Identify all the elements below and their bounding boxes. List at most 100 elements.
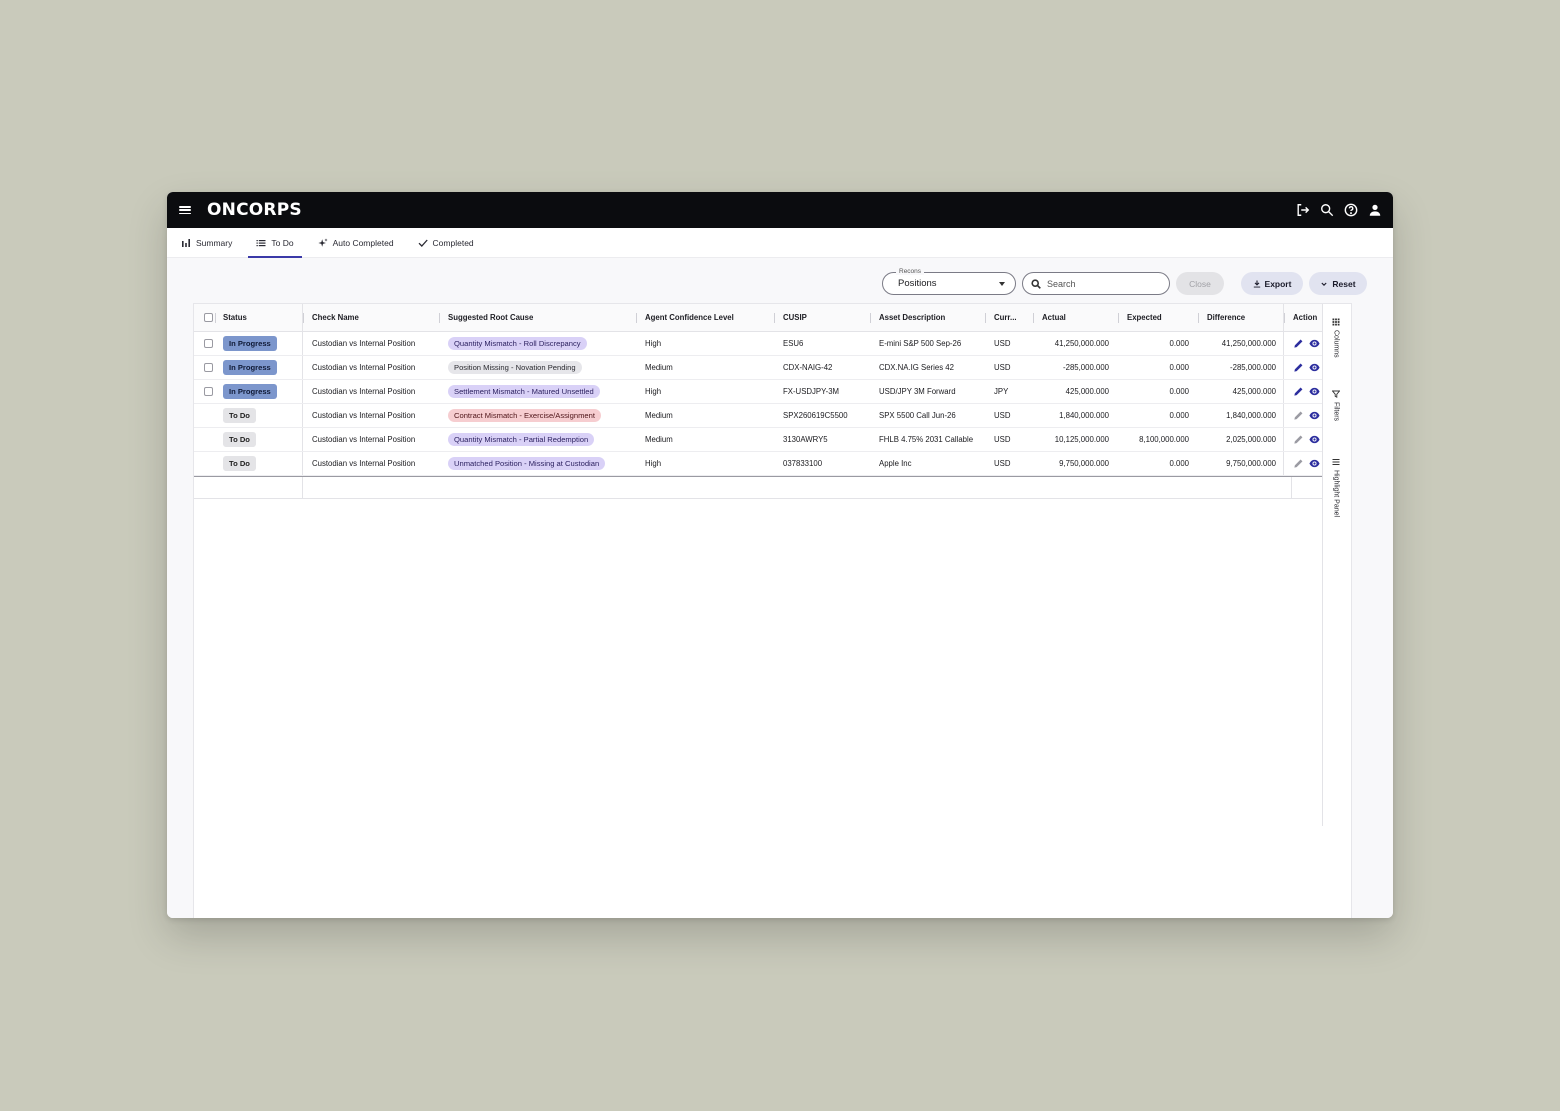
expected-cell: 0.000 (1169, 411, 1189, 420)
asset-description-cell: Apple Inc (879, 459, 912, 468)
asset-description-cell: E-mini S&P 500 Sep-26 (879, 339, 962, 348)
asset-description-cell: USD/JPY 3M Forward (879, 387, 956, 396)
status-badge: In Progress (223, 384, 277, 399)
check-name-cell: Custodian vs Internal Position (302, 428, 439, 451)
cusip-cell: CDX-NAIG-42 (783, 363, 833, 372)
recons-select[interactable]: Recons Positions (882, 268, 1016, 295)
cusip-cell: SPX260619C5500 (783, 411, 848, 420)
root-cause-chip: Position Missing - Novation Pending (448, 361, 582, 374)
grid-empty-row (194, 476, 1348, 499)
column-header-cusip[interactable]: CUSIP (774, 304, 870, 331)
toolbar: Recons Positions Close Export Reset (882, 268, 1367, 295)
column-header-difference[interactable]: Difference (1198, 304, 1283, 331)
table-row[interactable]: In Progress Custodian vs Internal Positio… (194, 356, 1348, 380)
edit-icon[interactable] (1293, 338, 1304, 349)
column-header-expected[interactable]: Expected (1118, 304, 1198, 331)
search-icon[interactable] (1319, 202, 1335, 218)
table-row[interactable]: To Do Custodian vs Internal Position Unmat… (194, 452, 1348, 476)
status-badge: To Do (223, 432, 256, 447)
root-cause-chip: Quantity Mismatch - Roll Discrepancy (448, 337, 587, 350)
confidence-cell: High (645, 339, 662, 348)
table-row[interactable]: In Progress Custodian vs Internal Positio… (194, 332, 1348, 356)
check-name-cell: Custodian vs Internal Position (302, 356, 439, 379)
cusip-cell: 3130AWRY5 (783, 435, 828, 444)
reset-label: Reset (1332, 278, 1356, 289)
view-icon[interactable] (1309, 362, 1320, 373)
actual-cell: 425,000.000 (1065, 387, 1109, 396)
export-label: Export (1264, 278, 1292, 289)
edit-icon[interactable] (1293, 386, 1304, 397)
download-icon (1253, 280, 1260, 287)
tab-label: To Do (271, 237, 294, 248)
status-badge: To Do (223, 408, 256, 423)
content-area: Recons Positions Close Export Reset (167, 258, 1393, 918)
status-badge: In Progress (223, 336, 277, 351)
row-checkbox[interactable] (204, 339, 213, 348)
tab-label: Summary (196, 237, 233, 248)
tab-to-do[interactable]: To Do (248, 228, 302, 258)
check-icon (418, 239, 428, 247)
column-header-status[interactable]: Status (215, 304, 302, 331)
search-input[interactable] (1047, 278, 1157, 289)
table-row[interactable]: In Progress Custodian vs Internal Positio… (194, 380, 1348, 404)
status-badge: In Progress (223, 360, 277, 375)
recons-value: Positions (898, 278, 937, 289)
edit-icon[interactable] (1293, 410, 1304, 421)
tab-auto-completed[interactable]: Auto Completed (310, 228, 402, 257)
table-row[interactable]: To Do Custodian vs Internal Position Quant… (194, 428, 1348, 452)
side-tab-highlight-panel[interactable]: Highlight Panel (1323, 458, 1349, 517)
view-icon[interactable] (1309, 434, 1320, 445)
view-icon[interactable] (1309, 410, 1320, 421)
check-name-cell: Custodian vs Internal Position (302, 332, 439, 355)
edit-icon[interactable] (1293, 362, 1304, 373)
grid-body: In Progress Custodian vs Internal Positio… (194, 332, 1348, 476)
column-header-check-name[interactable]: Check Name (302, 304, 439, 331)
filter-icon (1332, 390, 1340, 398)
menu-icon[interactable] (179, 204, 191, 216)
expected-cell: 8,100,000.000 (1139, 435, 1189, 444)
select-all-checkbox[interactable] (204, 313, 213, 322)
currency-cell: USD (994, 459, 1011, 468)
currency-cell: USD (994, 339, 1011, 348)
actual-cell: 1,840,000.000 (1059, 411, 1109, 420)
root-cause-chip: Unmatched Position - Missing at Custodia… (448, 457, 606, 470)
column-header-confidence[interactable]: Agent Confidence Level (636, 304, 774, 331)
export-button[interactable]: Export (1241, 272, 1303, 295)
difference-cell: 1,840,000.000 (1226, 411, 1276, 420)
row-checkbox[interactable] (204, 363, 213, 372)
side-tab-filters[interactable]: Filters (1323, 390, 1349, 421)
column-header-actual[interactable]: Actual (1033, 304, 1118, 331)
tab-completed[interactable]: Completed (410, 228, 482, 257)
data-grid: Status Check Name Suggested Root Cause A… (193, 303, 1352, 918)
row-checkbox[interactable] (204, 387, 213, 396)
view-icon[interactable] (1309, 338, 1320, 349)
column-header-currency[interactable]: Curr... (985, 304, 1033, 331)
columns-icon (1332, 318, 1340, 326)
expected-cell: 0.000 (1169, 387, 1189, 396)
currency-cell: USD (994, 435, 1011, 444)
side-tab-columns[interactable]: Columns (1323, 318, 1349, 358)
edit-icon[interactable] (1293, 434, 1304, 445)
logout-icon[interactable] (1295, 202, 1311, 218)
column-header-asset[interactable]: Asset Description (870, 304, 985, 331)
root-cause-chip: Settlement Mismatch - Matured Unsettled (448, 385, 600, 398)
top-bar: ONCORPS (167, 192, 1393, 228)
side-panel: Columns Filters Highlight Panel (1322, 304, 1348, 826)
asset-description-cell: FHLB 4.75% 2031 Callable (879, 435, 974, 444)
tab-summary[interactable]: Summary (173, 228, 240, 257)
list-icon (256, 239, 266, 246)
reset-button[interactable]: Reset (1309, 272, 1367, 295)
expected-cell: 0.000 (1169, 339, 1189, 348)
edit-icon[interactable] (1293, 458, 1304, 469)
view-icon[interactable] (1309, 458, 1320, 469)
side-tab-label: Filters (1332, 402, 1340, 422)
cusip-cell: FX-USDJPY-3M (783, 387, 840, 396)
user-icon[interactable] (1367, 202, 1383, 218)
column-header-root-cause[interactable]: Suggested Root Cause (439, 304, 636, 331)
close-button[interactable]: Close (1176, 272, 1224, 295)
view-icon[interactable] (1309, 386, 1320, 397)
expected-cell: 0.000 (1169, 459, 1189, 468)
help-icon[interactable] (1343, 202, 1359, 218)
table-row[interactable]: To Do Custodian vs Internal Position Contr… (194, 404, 1348, 428)
grid-header: Status Check Name Suggested Root Cause A… (194, 304, 1348, 332)
